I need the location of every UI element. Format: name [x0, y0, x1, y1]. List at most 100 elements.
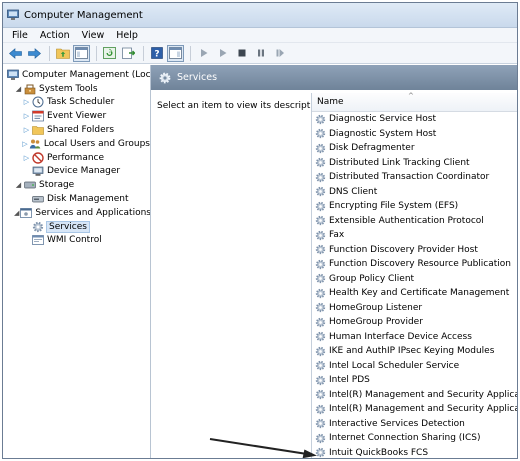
tree-item-event-viewer[interactable]: ▷ Event Viewer [3, 109, 150, 123]
tree-item-label: Services and Applications [35, 207, 151, 218]
svg-text:?: ? [154, 50, 159, 60]
service-name: Human Interface Device Access [329, 331, 472, 342]
service-row[interactable]: Function Discovery Resource Publication [312, 257, 517, 272]
name-column-header[interactable]: ^ Name [312, 92, 517, 112]
service-gear-icon [315, 215, 326, 226]
service-row[interactable]: DNS Client [312, 185, 517, 200]
properties-icon [75, 47, 88, 59]
storage-icon [24, 179, 36, 191]
restart-service-button[interactable] [271, 45, 288, 62]
tree-collapsed-icon[interactable]: ▷ [22, 140, 28, 148]
restart-icon [276, 49, 284, 57]
stop-service-button[interactable] [233, 45, 250, 62]
service-row[interactable]: Diagnostic System Host [312, 127, 517, 142]
tree-item-disk-management[interactable]: Disk Management [3, 192, 150, 206]
tree-collapsed-icon[interactable]: ▷ [22, 112, 31, 120]
service-row[interactable]: Distributed Transaction Coordinator [312, 170, 517, 185]
menu-action[interactable]: Action [40, 30, 70, 41]
tree-collapsed-icon[interactable]: ▷ [22, 154, 31, 162]
service-gear-icon [315, 375, 326, 386]
menu-view[interactable]: View [82, 30, 105, 41]
title-bar: Computer Management [3, 3, 517, 28]
refresh-button[interactable] [101, 45, 118, 62]
name-column-label: Name [317, 97, 344, 107]
service-row[interactable]: Diagnostic Service Host [312, 112, 517, 127]
service-row[interactable]: Fax [312, 228, 517, 243]
tree-item-label: Local Users and Groups [43, 138, 150, 149]
service-row[interactable]: Encrypting File System (EFS) [312, 199, 517, 214]
service-row[interactable]: Extensible Authentication Protocol [312, 214, 517, 229]
tree-expanded-icon[interactable]: ◢ [14, 85, 23, 93]
service-row[interactable]: Health Key and Certificate Management [312, 286, 517, 301]
service-gear-icon [315, 317, 326, 328]
export-icon [122, 47, 135, 59]
tree-item-task-scheduler[interactable]: ▷ Task Scheduler [3, 96, 150, 110]
service-name: Interactive Services Detection [329, 418, 465, 429]
service-row[interactable]: Human Interface Device Access [312, 330, 517, 345]
annotation-arrow [209, 438, 317, 458]
menu-help[interactable]: Help [116, 30, 138, 41]
tree-item-computer-management-local[interactable]: Computer Management (Local) [3, 68, 150, 82]
tree-item-device-manager[interactable]: Device Manager [3, 165, 150, 179]
tree-item-storage[interactable]: ◢ Storage [3, 178, 150, 192]
tree-collapsed-icon[interactable]: ▷ [22, 126, 31, 134]
device-manager-icon [32, 165, 44, 177]
service-name: Disk Defragmenter [329, 143, 415, 154]
forward-button[interactable] [26, 45, 43, 62]
tree-collapsed-icon[interactable]: ▷ [22, 98, 31, 106]
computer-management-window: Computer Management File Action View Hel… [2, 2, 518, 459]
service-name: Group Policy Client [329, 273, 415, 284]
pause-service-button[interactable] [252, 45, 269, 62]
tree-item-services[interactable]: Services [3, 220, 150, 234]
up-folder-icon [55, 48, 70, 59]
tree-item-local-users-and-groups[interactable]: ▷ Local Users and Groups [3, 137, 150, 151]
tree-expanded-icon[interactable]: ◢ [14, 181, 23, 189]
service-row[interactable]: Intuit QuickBooks FCS [312, 446, 517, 459]
service-row[interactable]: Intel(R) Management and Security Applica… [312, 402, 517, 417]
show-hide-action-pane-button[interactable] [167, 44, 184, 62]
toolbar-separator [49, 45, 50, 61]
start-service-alt-button[interactable] [214, 45, 231, 62]
service-row[interactable]: Intel Local Scheduler Service [312, 359, 517, 374]
console-tree-button[interactable] [73, 44, 90, 62]
tree-item-shared-folders[interactable]: ▷ Shared Folders [3, 123, 150, 137]
service-name: DNS Client [329, 186, 378, 197]
service-row[interactable]: Internet Connection Sharing (ICS) [312, 431, 517, 446]
tree-item-services-and-applications[interactable]: ◢ Services and Applications [3, 206, 150, 220]
help-button[interactable]: ? [148, 45, 165, 62]
performance-icon [32, 151, 44, 164]
service-gear-icon [315, 244, 326, 255]
export-list-button[interactable] [120, 45, 137, 62]
service-row[interactable]: Distributed Link Tracking Client [312, 156, 517, 171]
services-header: Services [151, 65, 517, 90]
service-row[interactable]: Interactive Services Detection [312, 417, 517, 432]
service-gear-icon [315, 230, 326, 241]
service-row[interactable]: Group Policy Client [312, 272, 517, 287]
tree-item-label: Device Manager [47, 166, 121, 177]
service-name: IKE and AuthIP IPsec Keying Modules [329, 346, 495, 357]
service-name: Internet Connection Sharing (ICS) [329, 433, 481, 444]
menu-file[interactable]: File [12, 30, 28, 41]
service-row[interactable]: HomeGroup Listener [312, 301, 517, 316]
service-name: HomeGroup Listener [329, 302, 423, 313]
tree-expanded-icon[interactable]: ◢ [14, 209, 19, 217]
service-name: Fax [329, 230, 345, 241]
service-row[interactable]: Function Discovery Provider Host [312, 243, 517, 258]
start-service-button[interactable] [195, 45, 212, 62]
service-row[interactable]: IKE and AuthIP IPsec Keying Modules [312, 344, 517, 359]
up-one-level-button[interactable] [54, 45, 71, 62]
service-row[interactable]: Intel(R) Management and Security Applica… [312, 388, 517, 403]
computer-icon [7, 69, 19, 81]
back-button[interactable] [7, 45, 24, 62]
tree-item-label: Shared Folders [47, 125, 115, 136]
service-row[interactable]: Disk Defragmenter [312, 141, 517, 156]
service-row[interactable]: HomeGroup Provider [312, 315, 517, 330]
tree-item-system-tools[interactable]: ◢ System Tools [3, 82, 150, 96]
tree-item-performance[interactable]: ▷ Performance [3, 151, 150, 165]
service-name: Intel(R) Management and Security Applica… [329, 389, 517, 400]
service-row[interactable]: Intel PDS [312, 373, 517, 388]
service-gear-icon [315, 346, 326, 357]
service-gear-icon [315, 172, 326, 183]
tree-item-wmi-control[interactable]: WMI Control [3, 234, 150, 248]
service-name: Function Discovery Resource Publication [329, 259, 511, 270]
